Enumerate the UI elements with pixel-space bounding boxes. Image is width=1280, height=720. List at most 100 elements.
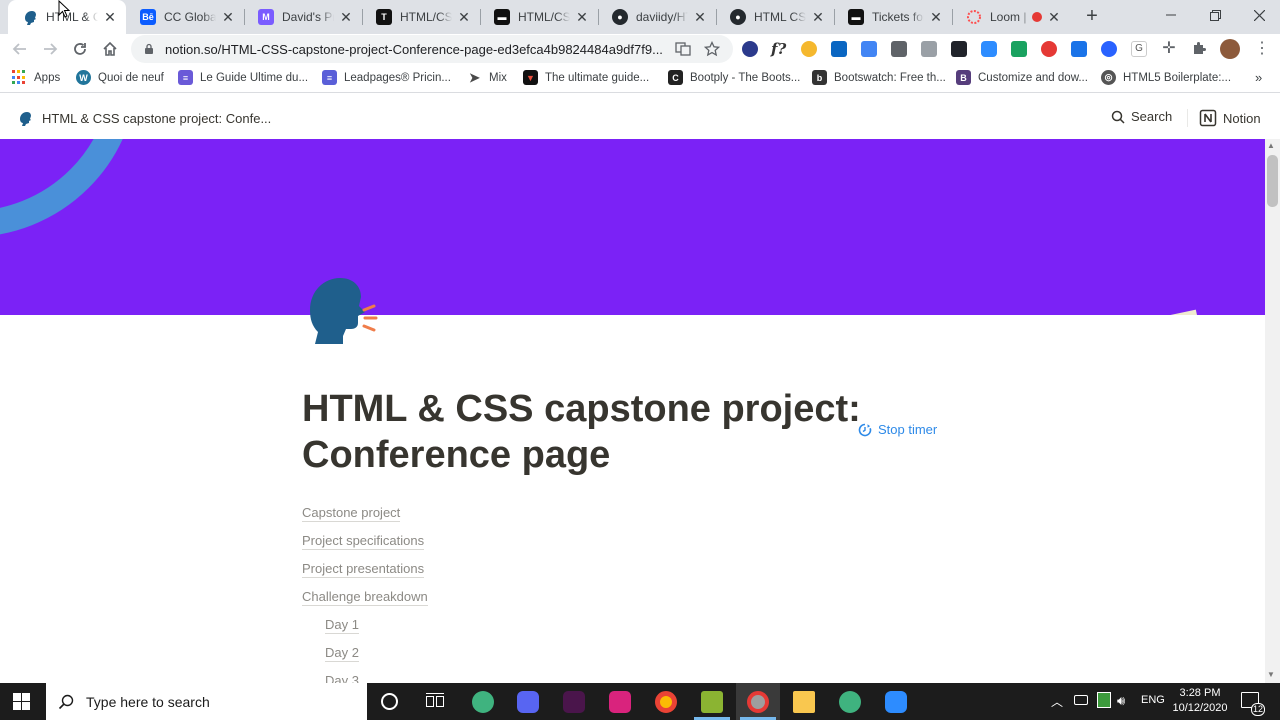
scrollbar-thumb[interactable] (1267, 155, 1278, 207)
atom-app-icon[interactable] (472, 691, 494, 713)
close-tab-icon[interactable]: ✕ (102, 9, 118, 25)
bookmark-html5-boilerplate[interactable]: ◎ HTML5 Boilerplate:... (1101, 70, 1231, 85)
close-tab-icon[interactable]: ✕ (692, 9, 708, 25)
close-tab-icon[interactable]: ✕ (456, 9, 472, 25)
close-tab-icon[interactable]: ✕ (928, 9, 944, 25)
chrome-app-icon[interactable] (655, 691, 677, 713)
tab-html-css-1[interactable]: T HTML/CSS capstone ✕ (362, 0, 480, 34)
breadcrumb[interactable]: HTML & CSS capstone project: Confe... (18, 110, 271, 126)
camera-extension-icon[interactable] (921, 41, 937, 57)
chrome-profile-app-icon[interactable] (747, 691, 769, 713)
react-extension-icon[interactable] (951, 41, 967, 57)
scroll-down-arrow-icon[interactable]: ▼ (1267, 670, 1275, 679)
close-tab-icon[interactable]: ✕ (810, 9, 826, 25)
linkedin-extension-icon[interactable] (831, 41, 847, 57)
tab-davids-project[interactable]: M David's Project ✕ (244, 0, 362, 34)
camtasia-app-icon[interactable] (701, 691, 723, 713)
new-tab-button[interactable]: + (1082, 6, 1102, 26)
back-arrow-icon[interactable] (8, 37, 32, 61)
extension-icon[interactable] (1101, 41, 1117, 57)
battery-icon[interactable] (1074, 695, 1088, 705)
toc-item-day-2[interactable]: Day 2 (325, 645, 359, 662)
download-extension-icon[interactable] (1071, 41, 1087, 57)
slack-app-icon[interactable] (563, 691, 585, 713)
bookmark-customize[interactable]: B Customize and dow... (956, 70, 1088, 85)
volume-icon[interactable]: 🔊︎ (1117, 693, 1125, 709)
task-view-icon[interactable] (426, 693, 444, 715)
language-indicator[interactable]: ENG (1141, 694, 1165, 706)
tab-loom[interactable]: Loom | Recording ✕ (952, 0, 1070, 34)
tab-github-daviidy[interactable]: ● daviidy/HTML ✕ (598, 0, 716, 34)
profile-avatar[interactable] (1220, 39, 1240, 59)
extension-icon[interactable] (742, 41, 758, 57)
tab-title: Loom | Recording (990, 10, 1030, 24)
system-clock[interactable]: 3:28 PM 10/12/2020 (1168, 686, 1232, 716)
close-tab-icon[interactable]: ✕ (574, 9, 590, 25)
file-explorer-icon[interactable] (793, 691, 815, 713)
zoom-app-icon[interactable] (885, 691, 907, 713)
recording-indicator-icon (1032, 12, 1042, 22)
grammarly-extension-icon[interactable]: G (1131, 41, 1147, 57)
windows-taskbar: Type here to search ︿ 🔊︎ ENG 3:28 PM 10/… (0, 683, 1280, 720)
translate-extension-icon[interactable] (861, 41, 877, 57)
bookmark-mix[interactable]: ➤ Mix (467, 70, 507, 85)
bookmark-le-guide[interactable]: ≡ Le Guide Ultime du... (178, 70, 308, 85)
bookmark-leadpages[interactable]: ≡ Leadpages® Pricin... (322, 70, 451, 85)
move-extension-icon[interactable]: ✛ (1161, 41, 1177, 57)
extension-icon[interactable] (1011, 41, 1027, 57)
emoji-extension-icon[interactable] (801, 41, 817, 57)
page-title[interactable]: HTML & CSS capstone project: Conference … (302, 386, 862, 478)
notion-home-link[interactable]: Notion (1199, 109, 1261, 127)
extensions-puzzle-icon[interactable] (1191, 41, 1207, 57)
zoom-extension-icon[interactable] (981, 41, 997, 57)
bookmark-bootswatch[interactable]: b Bootswatch: Free th... (812, 70, 946, 85)
close-tab-icon[interactable]: ✕ (1046, 9, 1062, 25)
tab-title: Tickets for the (872, 10, 924, 24)
eyedropper-extension-icon[interactable] (891, 41, 907, 57)
url-text[interactable]: notion.so/HTML-CSS-capstone-project-Conf… (165, 42, 685, 57)
toc-item-capstone-project[interactable]: Capstone project (302, 505, 401, 522)
windows-start-icon[interactable] (13, 693, 30, 715)
bookmark-apps[interactable]: Apps (12, 70, 60, 85)
tab-html-css-conference[interactable]: ● HTML CSS Conference ✕ (716, 0, 834, 34)
bookmark-quoi-de-neuf[interactable]: W Quoi de neuf (76, 70, 164, 85)
bookmarks-overflow-icon[interactable]: » (1255, 70, 1262, 85)
toc-item-project-presentations[interactable]: Project presentations (302, 561, 425, 578)
extension-icon[interactable] (1041, 41, 1057, 57)
stop-timer-button[interactable]: Stop timer (858, 422, 937, 437)
formula-extension-icon[interactable]: f? (771, 41, 787, 57)
toc-item-project-specifications[interactable]: Project specifications (302, 533, 425, 550)
restore-window-icon[interactable] (1192, 0, 1238, 30)
show-hidden-icons-chevron-icon[interactable]: ︿ (1051, 693, 1063, 710)
address-bar[interactable]: notion.so/HTML-CSS-capstone-project-Conf… (131, 35, 733, 63)
reload-icon[interactable] (68, 37, 92, 61)
forward-arrow-icon[interactable] (38, 37, 62, 61)
tab-title: daviidy/HTML (636, 10, 688, 24)
translate-icon[interactable] (675, 41, 691, 57)
minimize-window-icon[interactable] (1148, 0, 1194, 30)
bootstrap-icon: B (956, 70, 971, 85)
atom-app-icon-2[interactable] (839, 691, 861, 713)
home-icon[interactable] (98, 37, 122, 61)
toc-item-day-1[interactable]: Day 1 (325, 617, 359, 634)
tab-html-css-2[interactable]: ▬ HTML/CSS capstone ✕ (480, 0, 598, 34)
bookmark-star-icon[interactable] (703, 40, 721, 57)
tab-tickets[interactable]: ▬ Tickets for the ✕ (834, 0, 952, 34)
menu-kebab-icon[interactable]: ⋮ (1254, 41, 1270, 57)
bookmark-ultimate-guide[interactable]: ▼ The ultimate guide... (523, 70, 649, 85)
close-tab-icon[interactable]: ✕ (220, 9, 236, 25)
green-tray-icon[interactable] (1097, 692, 1111, 708)
taskbar-search-box[interactable]: Type here to search (46, 683, 367, 720)
discord-app-icon[interactable] (517, 691, 539, 713)
toc-item-challenge-breakdown[interactable]: Challenge breakdown (302, 589, 428, 606)
pink-app-icon[interactable] (609, 691, 631, 713)
page-scrollbar[interactable] (1265, 139, 1280, 683)
scroll-up-arrow-icon[interactable]: ▲ (1267, 141, 1275, 150)
tab-cc-global[interactable]: Bē CC Global Summit ✕ (126, 0, 244, 34)
cortana-icon[interactable] (381, 693, 398, 710)
page-icon-speaking-head[interactable] (302, 276, 380, 348)
close-window-icon[interactable] (1236, 0, 1280, 30)
bookmark-bootply[interactable]: C Bootply - The Boots... (668, 70, 800, 85)
close-tab-icon[interactable]: ✕ (338, 9, 354, 25)
notion-search-button[interactable]: Search (1111, 109, 1172, 124)
